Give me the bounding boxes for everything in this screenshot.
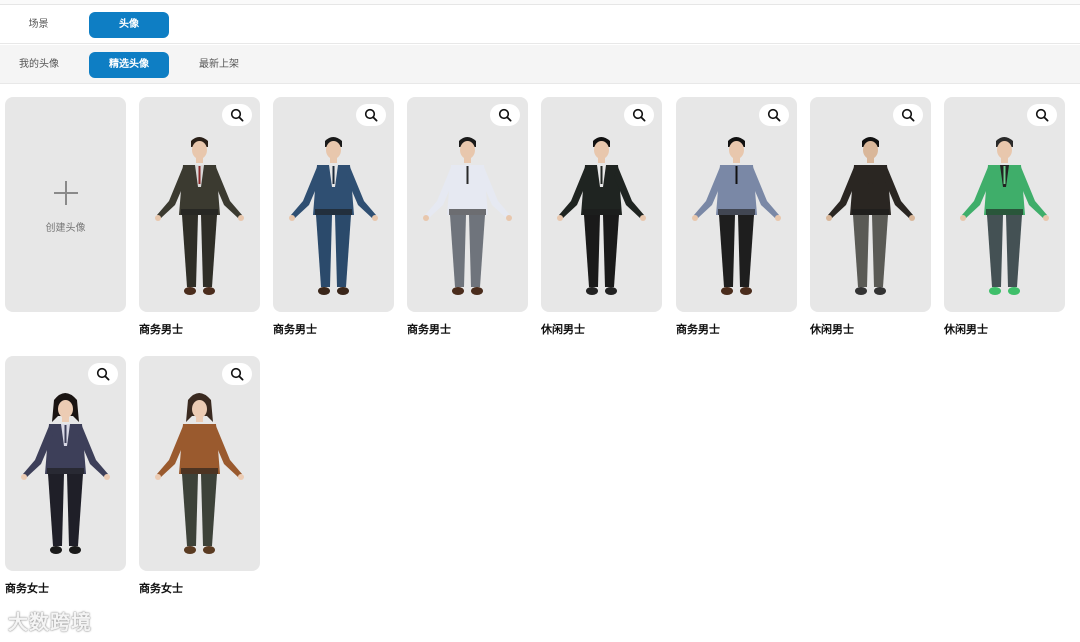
- avatar-card[interactable]: [273, 97, 394, 312]
- top-edge: [0, 0, 1080, 5]
- avatar-card[interactable]: [676, 97, 797, 312]
- tab-my-avatars[interactable]: 我的头像: [8, 52, 70, 78]
- magnifier-icon[interactable]: [222, 363, 252, 385]
- avatar-preview-image: [289, 137, 378, 295]
- avatar-card[interactable]: [944, 97, 1065, 312]
- avatar-preview-image: [155, 137, 244, 295]
- avatar-filter-tab-bar: 我的头像 精选头像 最新上架: [0, 45, 1080, 84]
- magnifier-icon[interactable]: [893, 104, 923, 126]
- avatar-card[interactable]: [139, 356, 260, 571]
- tab-featured-avatars[interactable]: 精选头像: [89, 52, 169, 78]
- magnifier-icon[interactable]: [222, 104, 252, 126]
- tab-scene[interactable]: 场景: [10, 12, 67, 38]
- avatar-preview-image: [826, 137, 915, 295]
- avatar-preview-image: [21, 393, 110, 554]
- tab-avatar[interactable]: 头像: [89, 12, 169, 38]
- avatar-card[interactable]: [5, 356, 126, 571]
- avatar-card[interactable]: [407, 97, 528, 312]
- avatar-name: 商务男士: [407, 324, 451, 336]
- avatar-name: 商务男士: [676, 324, 720, 336]
- magnifier-icon[interactable]: [759, 104, 789, 126]
- avatar-name: 休闲男士: [541, 324, 585, 336]
- avatar-name: 商务女士: [139, 583, 183, 595]
- create-avatar-label: 创建头像: [45, 223, 86, 234]
- avatar-card[interactable]: [541, 97, 662, 312]
- avatar-preview-image: [155, 393, 244, 554]
- plus-icon: [53, 181, 78, 205]
- avatar-name: 休闲男士: [944, 324, 988, 336]
- magnifier-icon[interactable]: [490, 104, 520, 126]
- avatar-preview-image: [423, 137, 512, 295]
- avatar-name: 商务男士: [139, 324, 183, 336]
- avatar-card[interactable]: [139, 97, 260, 312]
- avatar-name: 商务女士: [5, 583, 49, 595]
- magnifier-icon[interactable]: [356, 104, 386, 126]
- watermark-logo: 大数跨境: [8, 612, 92, 634]
- magnifier-icon[interactable]: [624, 104, 654, 126]
- avatar-preview-image: [960, 137, 1049, 295]
- tab-new-arrivals[interactable]: 最新上架: [189, 52, 249, 78]
- category-tab-bar: 场景 头像: [0, 6, 1080, 44]
- create-avatar-card[interactable]: 创建头像: [5, 97, 126, 312]
- avatar-name: 商务男士: [273, 324, 317, 336]
- avatar-preview-image: [557, 137, 646, 295]
- avatar-card[interactable]: [810, 97, 931, 312]
- avatar-name: 休闲男士: [810, 324, 854, 336]
- magnifier-icon[interactable]: [1027, 104, 1057, 126]
- avatar-preview-image: [692, 137, 781, 295]
- magnifier-icon[interactable]: [88, 363, 118, 385]
